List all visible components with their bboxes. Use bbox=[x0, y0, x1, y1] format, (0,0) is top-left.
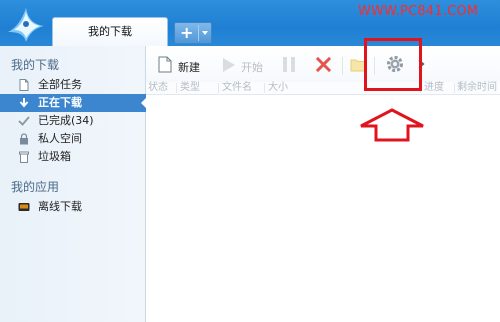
sidebar-item-private-space[interactable]: 私人空间 bbox=[0, 130, 146, 148]
sidebar-item-all-tasks[interactable]: 全部任务 bbox=[0, 76, 146, 94]
task-list-header: 状态 类型 文件名 大小 进度 剩余时间 bbox=[146, 82, 500, 95]
download-arrow-icon bbox=[19, 98, 29, 108]
sidebar: 我的下载 全部任务 正在下载 已完成(34) 私人空间 垃圾箱 我的应用 离线下… bbox=[0, 46, 147, 322]
document-icon bbox=[19, 79, 29, 91]
sidebar-item-label: 已完成(34) bbox=[38, 114, 94, 127]
new-button[interactable]: 新建 bbox=[158, 55, 204, 75]
lock-icon bbox=[20, 133, 28, 145]
sidebar-item-completed[interactable]: 已完成(34) bbox=[0, 112, 146, 130]
toolbar: 新建 开始 bbox=[146, 46, 500, 82]
pause-button[interactable] bbox=[280, 55, 298, 75]
new-tab-button[interactable]: + bbox=[174, 22, 212, 44]
sidebar-section-title-apps: 我的应用 bbox=[11, 180, 60, 194]
delete-x-icon bbox=[316, 57, 331, 72]
start-button-label: 开始 bbox=[241, 61, 263, 74]
task-list-empty-area bbox=[146, 95, 500, 322]
sidebar-item-label: 正在下载 bbox=[38, 96, 82, 109]
new-file-icon bbox=[158, 56, 172, 73]
new-button-label: 新建 bbox=[178, 61, 200, 74]
sidebar-section-title-downloads: 我的下载 bbox=[11, 58, 60, 72]
red-up-arrow-icon bbox=[360, 108, 424, 142]
column-size[interactable]: 大小 bbox=[268, 82, 288, 94]
dropdown-arrow-icon[interactable] bbox=[202, 31, 208, 35]
sidebar-item-trash[interactable]: 垃圾箱 bbox=[0, 148, 146, 166]
sidebar-item-label: 全部任务 bbox=[38, 78, 82, 91]
tab-my-downloads[interactable]: 我的下载 bbox=[52, 17, 168, 47]
checkmark-icon bbox=[18, 116, 30, 126]
trash-icon bbox=[19, 151, 29, 163]
sidebar-item-label: 垃圾箱 bbox=[38, 150, 71, 163]
column-filename[interactable]: 文件名 bbox=[222, 82, 252, 94]
sidebar-item-offline-download[interactable]: 离线下载 bbox=[0, 198, 146, 216]
column-progress[interactable]: 进度 bbox=[424, 82, 444, 94]
tab-my-downloads-label: 我的下载 bbox=[88, 25, 132, 38]
column-status[interactable]: 状态 bbox=[148, 82, 168, 94]
xunlei-bird-logo-icon bbox=[8, 8, 44, 42]
column-divider bbox=[218, 83, 219, 93]
title-bar: 我的下载 + WWW.PC841.COM bbox=[0, 0, 500, 47]
column-divider bbox=[264, 83, 265, 93]
delete-button[interactable] bbox=[314, 55, 332, 75]
watermark-text: WWW.PC841.COM bbox=[358, 4, 479, 19]
sidebar-item-label: 离线下载 bbox=[38, 200, 82, 213]
column-remaining-time[interactable]: 剩余时间 bbox=[457, 82, 497, 94]
column-divider bbox=[454, 83, 455, 93]
offline-download-icon bbox=[18, 203, 30, 211]
start-button[interactable]: 开始 bbox=[220, 55, 266, 75]
plus-icon: + bbox=[180, 23, 194, 42]
column-divider bbox=[176, 83, 177, 93]
pause-icon bbox=[283, 57, 295, 72]
settings-highlight-box bbox=[364, 38, 422, 91]
play-icon bbox=[223, 58, 235, 72]
toolbar-divider bbox=[342, 57, 343, 75]
sidebar-item-downloading[interactable]: 正在下载 bbox=[0, 94, 147, 112]
tab-add-divider bbox=[198, 25, 199, 41]
sidebar-item-label: 私人空间 bbox=[38, 132, 82, 145]
column-type[interactable]: 类型 bbox=[180, 82, 200, 94]
main-panel: 新建 开始 状态 类型 文件名 大小 进度 剩余时间 bbox=[146, 46, 500, 322]
